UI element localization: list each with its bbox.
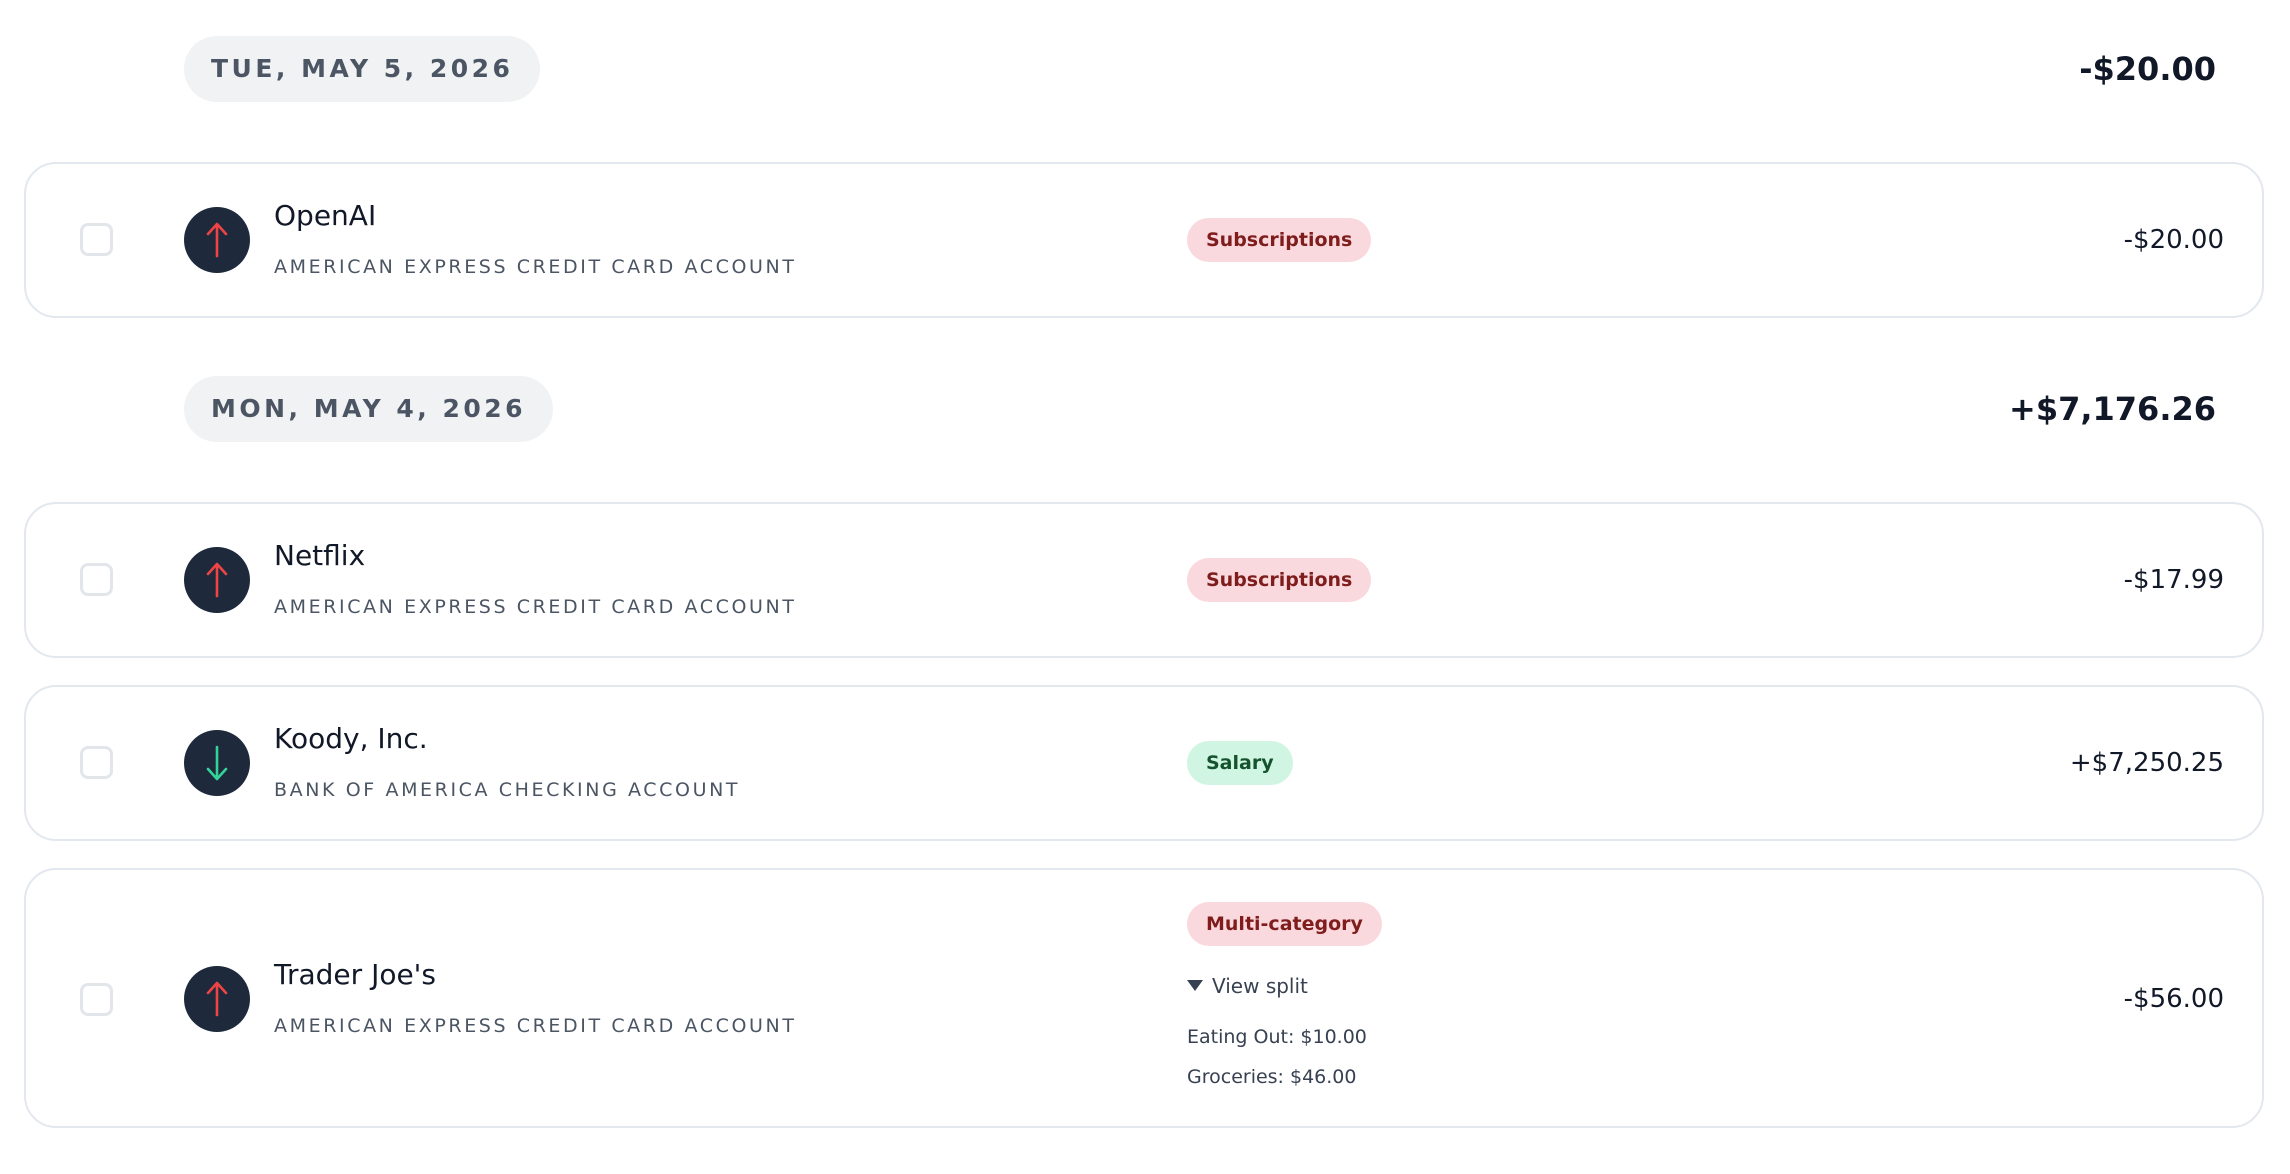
date-group-header: MON, MAY 4, 2026 +$7,176.26 <box>0 376 2290 476</box>
arrow-up-icon <box>184 966 250 1032</box>
account-name: BANK OF AMERICA CHECKING ACCOUNT <box>274 779 741 801</box>
select-checkbox[interactable] <box>80 983 113 1016</box>
transaction-row[interactable]: Koody, Inc. BANK OF AMERICA CHECKING ACC… <box>24 685 2264 841</box>
transactions-list: TUE, MAY 5, 2026 -$20.00 OpenAI AMERICAN… <box>0 0 2290 1174</box>
date-total: +$7,176.26 <box>2009 390 2216 428</box>
split-line-item: Eating Out: $10.00 <box>1187 1026 1367 1048</box>
merchant-name: Koody, Inc. <box>274 722 428 755</box>
account-name: AMERICAN EXPRESS CREDIT CARD ACCOUNT <box>274 1015 797 1037</box>
select-checkbox[interactable] <box>80 223 113 256</box>
transaction-amount: +$7,250.25 <box>2069 748 2224 778</box>
category-badge[interactable]: Subscriptions <box>1187 558 1372 602</box>
caret-down-icon <box>1187 980 1203 991</box>
date-total: -$20.00 <box>2079 50 2216 88</box>
view-split-label: View split <box>1212 974 1308 998</box>
transaction-amount: -$17.99 <box>2123 565 2224 595</box>
account-name: AMERICAN EXPRESS CREDIT CARD ACCOUNT <box>274 596 797 618</box>
view-split-toggle[interactable]: View split <box>1187 971 1308 1001</box>
account-name: AMERICAN EXPRESS CREDIT CARD ACCOUNT <box>274 256 797 278</box>
arrow-up-icon <box>184 547 250 613</box>
transaction-row[interactable]: OpenAI AMERICAN EXPRESS CREDIT CARD ACCO… <box>24 162 2264 318</box>
merchant-name: Netflix <box>274 539 366 572</box>
arrow-down-icon <box>184 730 250 796</box>
transaction-amount: -$20.00 <box>2123 225 2224 255</box>
transaction-row[interactable]: Netflix AMERICAN EXPRESS CREDIT CARD ACC… <box>24 502 2264 658</box>
split-line-item: Groceries: $46.00 <box>1187 1066 1357 1088</box>
category-badge[interactable]: Salary <box>1187 741 1293 785</box>
date-label: TUE, MAY 5, 2026 <box>184 36 541 102</box>
date-label: MON, MAY 4, 2026 <box>184 376 554 442</box>
select-checkbox[interactable] <box>80 563 113 596</box>
merchant-name: OpenAI <box>274 199 377 232</box>
transaction-amount: -$56.00 <box>2123 984 2224 1014</box>
merchant-name: Trader Joe's <box>274 958 436 991</box>
date-group-header: TUE, MAY 5, 2026 -$20.00 <box>0 36 2290 136</box>
select-checkbox[interactable] <box>80 746 113 779</box>
category-badge[interactable]: Subscriptions <box>1187 218 1372 262</box>
category-badge[interactable]: Multi-category <box>1187 902 1382 946</box>
arrow-up-icon <box>184 207 250 273</box>
transaction-row[interactable]: Trader Joe's AMERICAN EXPRESS CREDIT CAR… <box>24 868 2264 1128</box>
